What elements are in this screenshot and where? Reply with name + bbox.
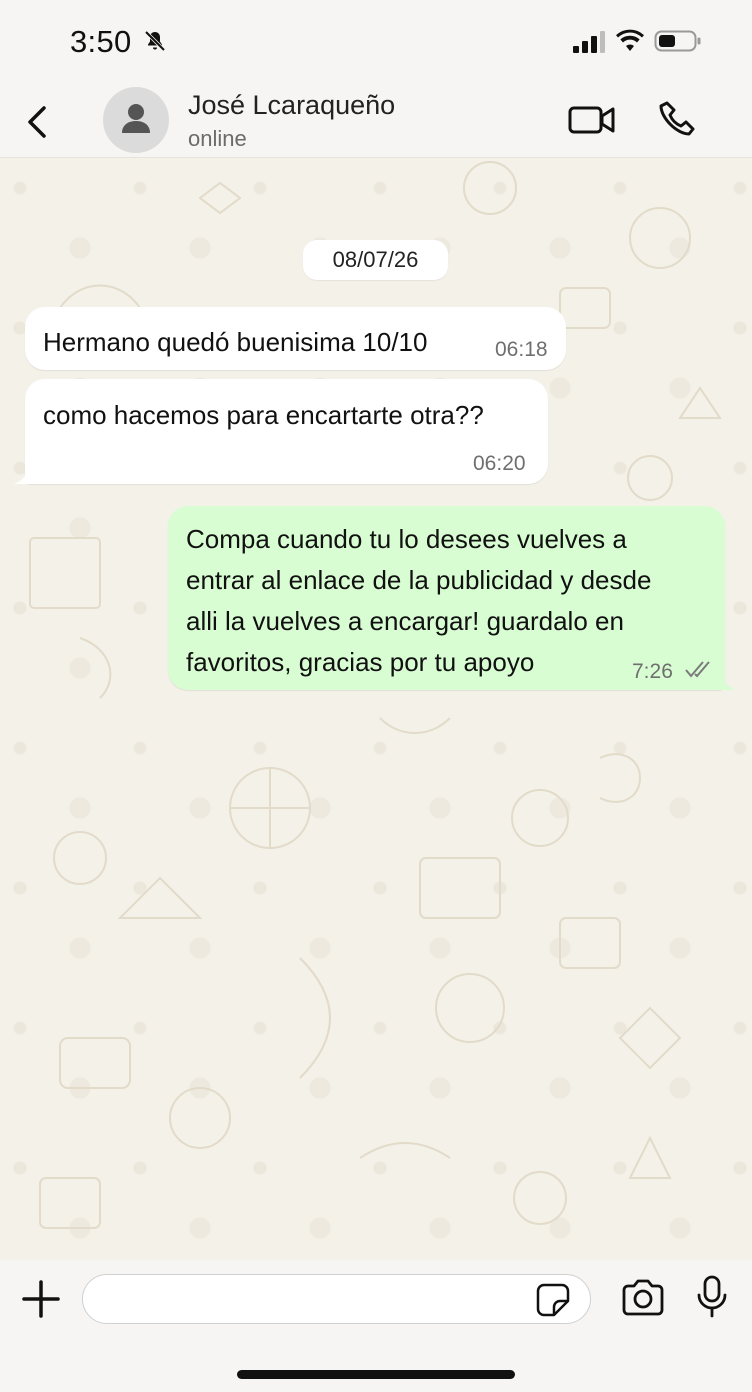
date-chip: 08/07/26 bbox=[303, 240, 448, 280]
message-text-line: alli la vuelves a encargar! guardalo en bbox=[186, 606, 624, 636]
status-time: 3:50 bbox=[70, 24, 132, 59]
outgoing-message[interactable]: Compa cuando tu lo desees vuelves a entr… bbox=[168, 506, 725, 690]
signal-icon bbox=[573, 31, 605, 53]
message-time: 7:26 bbox=[632, 660, 673, 683]
input-bar bbox=[0, 1260, 752, 1392]
message-text-line: entrar al enlace de la publicidad y desd… bbox=[186, 565, 652, 595]
back-chevron-icon[interactable] bbox=[22, 102, 54, 142]
chat-header: José Lcaraqueño online bbox=[0, 80, 752, 158]
message-text-line: favoritos, gracias por tu apoyo bbox=[186, 647, 535, 677]
message-text-line: Compa cuando tu lo desees vuelves a bbox=[186, 524, 627, 554]
sticker-icon[interactable] bbox=[535, 1282, 571, 1318]
plus-icon[interactable] bbox=[20, 1278, 62, 1320]
phone-call-icon[interactable] bbox=[658, 100, 698, 140]
status-bar: 3:50 bbox=[0, 0, 752, 80]
wifi-icon bbox=[616, 29, 644, 51]
bubble-tail bbox=[708, 664, 736, 690]
message-text: Hermano quedó buenisima 10/10 bbox=[43, 327, 428, 357]
bell-slash-icon bbox=[144, 30, 166, 52]
message-input[interactable] bbox=[82, 1274, 591, 1324]
bubble-tail bbox=[14, 458, 42, 484]
avatar[interactable] bbox=[103, 87, 169, 153]
video-call-icon[interactable] bbox=[568, 102, 616, 138]
message-text: como hacemos para encartarte otra?? bbox=[43, 400, 484, 430]
camera-icon[interactable] bbox=[620, 1278, 666, 1318]
incoming-message[interactable]: Hermano quedó buenisima 10/10 06:18 bbox=[25, 307, 566, 370]
message-time: 06:20 bbox=[473, 452, 526, 475]
home-indicator[interactable] bbox=[237, 1370, 515, 1379]
contact-status: online bbox=[188, 126, 247, 151]
contact-name[interactable]: José Lcaraqueño bbox=[188, 90, 395, 121]
microphone-icon[interactable] bbox=[694, 1274, 730, 1320]
message-time: 06:18 bbox=[495, 338, 548, 361]
incoming-message[interactable]: como hacemos para encartarte otra?? 06:2… bbox=[25, 379, 548, 484]
battery-icon bbox=[654, 30, 701, 52]
avatar-person-icon bbox=[122, 104, 150, 133]
chat-area[interactable]: 08/07/26 Hermano quedó buenisima 10/10 0… bbox=[0, 158, 752, 1260]
